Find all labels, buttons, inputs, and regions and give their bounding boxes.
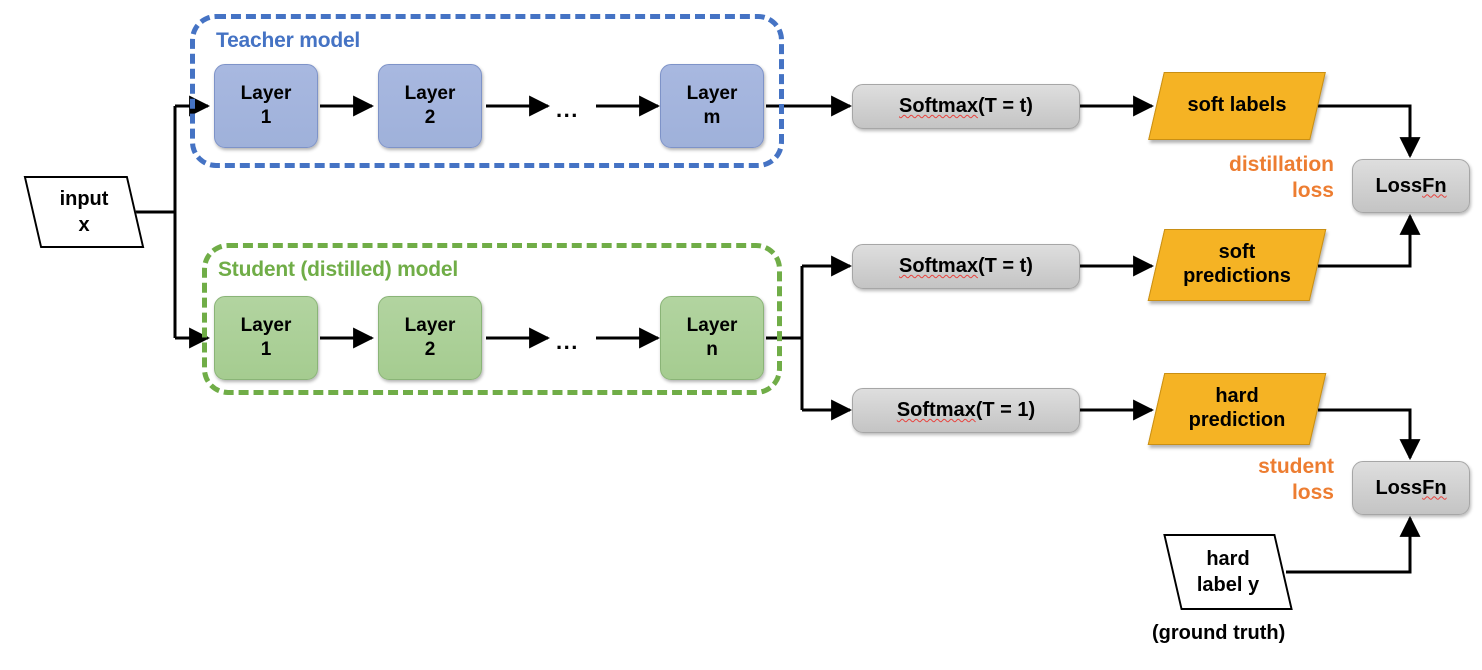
loss-fn-top-abbr: Fn: [1422, 174, 1447, 197]
teacher-layer-1-index: 1: [260, 107, 272, 128]
softmax-student-soft-box: Softmax (T = t): [852, 244, 1080, 289]
softmax-student-soft-params: (T = t): [977, 255, 1033, 277]
softmax-teacher-word: Softmax: [899, 95, 978, 117]
input-parallelogram: input x: [23, 176, 145, 248]
student-loss-caption: student loss: [1186, 454, 1334, 505]
loss-fn-bottom-abbr: Fn: [1422, 476, 1447, 499]
wire-soft-labels-to-loss-top: [1318, 104, 1421, 159]
student-layer-1-index: 1: [260, 339, 272, 360]
wire-hard-label-to-loss-bottom: [1286, 515, 1421, 574]
teacher-layer-2-index: 2: [424, 107, 436, 128]
teacher-layer-m-name: Layer: [686, 82, 738, 104]
soft-predictions-line2: predictions: [1183, 265, 1291, 287]
wire-hard-prediction-to-loss-bottom: [1318, 408, 1421, 461]
soft-labels-parallelogram: soft labels: [1148, 72, 1326, 140]
teacher-layer-2: Layer 2: [378, 64, 482, 148]
teacher-ellipsis: ...: [556, 97, 579, 122]
softmax-student-hard-word: Softmax: [896, 399, 976, 421]
distillation-loss-caption: distillation loss: [1186, 152, 1334, 203]
softmax-student-hard-params: (T = 1): [975, 399, 1036, 421]
student-layer-2-name: Layer: [404, 314, 456, 336]
student-ellipsis: ...: [556, 329, 579, 354]
softmax-student-hard-box: Softmax (T = 1): [852, 388, 1080, 433]
input-label-line1: input: [59, 188, 109, 210]
softmax-teacher-box: Softmax (T = t): [852, 84, 1080, 129]
teacher-layer-m-index: m: [703, 107, 721, 128]
teacher-layer-2-name: Layer: [404, 82, 456, 104]
student-layer-2: Layer 2: [378, 296, 482, 380]
softmax-teacher-params: (T = t): [977, 95, 1033, 117]
hard-prediction-line2: prediction: [1188, 409, 1286, 431]
teacher-model-label: Teacher model: [216, 29, 361, 52]
student-layer-2-index: 2: [424, 339, 436, 360]
teacher-layer-1: Layer 1: [214, 64, 318, 148]
student-layer-1-name: Layer: [240, 314, 292, 336]
hard-prediction-line1: hard: [1215, 385, 1259, 408]
student-layer-n-index: n: [706, 339, 718, 360]
distillation-loss-line1: distillation: [1229, 153, 1334, 176]
hard-label-line2: label y: [1196, 574, 1260, 596]
loss-fn-top-word: Loss: [1375, 174, 1423, 197]
student-loss-line2: loss: [1291, 480, 1334, 504]
hard-label-parallelogram: hard label y: [1163, 534, 1293, 610]
diagram-canvas: input x Teacher model Layer 1 Layer 2 ..…: [0, 0, 1482, 670]
hard-prediction-parallelogram: hard prediction: [1147, 373, 1327, 445]
soft-predictions-line1: soft: [1218, 241, 1256, 264]
student-layer-n: Layer n: [660, 296, 764, 380]
student-model-label: Student (distilled) model: [218, 258, 458, 281]
soft-predictions-parallelogram: soft predictions: [1147, 229, 1327, 301]
hard-label-line1: hard: [1206, 548, 1250, 570]
teacher-layer-m: Layer m: [660, 64, 764, 148]
teacher-layer-1-name: Layer: [240, 82, 292, 104]
student-loss-line1: student: [1258, 455, 1334, 478]
input-label-line2: x: [78, 214, 90, 236]
distillation-loss-line2: loss: [1291, 178, 1334, 202]
student-layer-n-name: Layer: [686, 314, 738, 336]
loss-fn-bottom-word: Loss: [1375, 476, 1423, 499]
soft-labels-text: soft labels: [1187, 94, 1287, 117]
loss-fn-top-box: Loss Fn: [1352, 159, 1470, 213]
ground-truth-caption: (ground truth): [1152, 622, 1286, 644]
softmax-student-soft-word: Softmax: [899, 255, 978, 277]
wire-soft-predictions-to-loss-top: [1318, 213, 1421, 268]
student-layer-1: Layer 1: [214, 296, 318, 380]
loss-fn-bottom-box: Loss Fn: [1352, 461, 1470, 515]
